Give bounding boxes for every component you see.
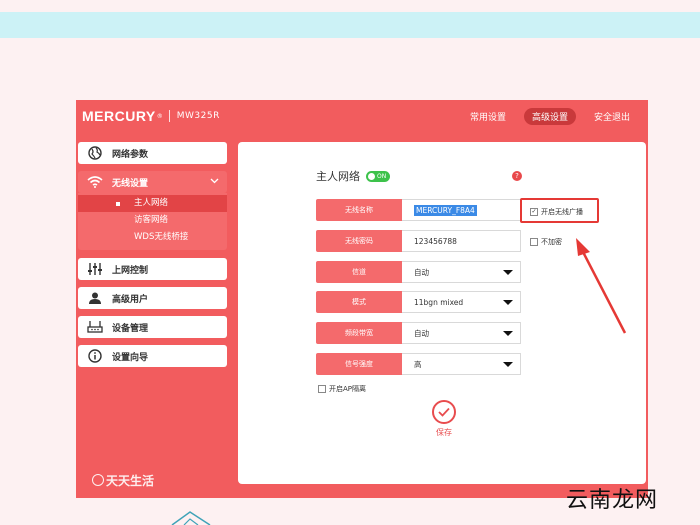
house-outline-icon bbox=[171, 511, 211, 525]
annotation-arrow bbox=[576, 238, 627, 334]
watermark-left: 天天生活 bbox=[92, 472, 154, 489]
watermark-logo-icon bbox=[92, 474, 104, 486]
watermark-right: 云南龙网 bbox=[566, 488, 659, 513]
watermark-left-text: 天天生活 bbox=[106, 474, 155, 488]
